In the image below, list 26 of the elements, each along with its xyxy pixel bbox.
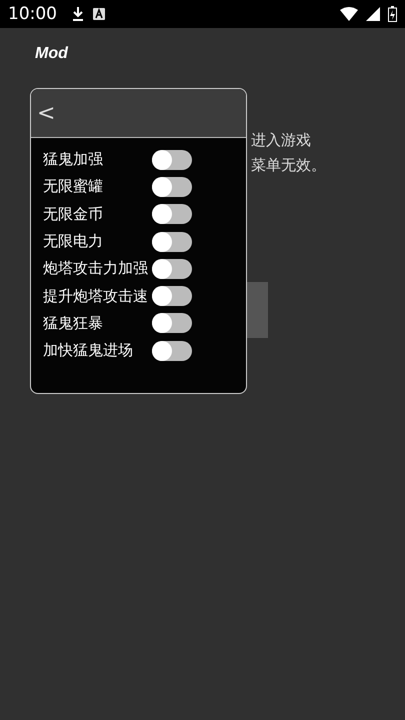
menu-item-label: 提升炮塔攻击速 — [43, 286, 149, 306]
menu-item-label: 加快猛鬼进场 — [43, 341, 134, 360]
toggle-switch[interactable] — [152, 258, 192, 279]
menu-item-label: 无限电力 — [43, 232, 104, 252]
battery-icon — [388, 6, 397, 22]
app-title: Mod — [35, 45, 68, 63]
notice-text: 进入游戏 — [251, 131, 312, 149]
keyboard-a-icon — [93, 8, 105, 20]
toggle-switch[interactable] — [152, 176, 192, 197]
wifi-icon — [340, 7, 358, 21]
notice-text: 菜单无效。 — [251, 156, 326, 174]
menu-item-label: 无限金币 — [43, 204, 104, 224]
toggle-switch[interactable] — [152, 232, 192, 252]
clock-time: 10:00 — [8, 4, 57, 24]
signal-icon — [366, 7, 380, 21]
download-icon — [71, 6, 85, 22]
toggle-switch[interactable] — [152, 286, 192, 306]
toggle-switch[interactable] — [152, 313, 192, 334]
menu-item-label: 猛鬼狂暴 — [43, 314, 104, 333]
toggle-switch[interactable] — [152, 204, 192, 224]
menu-item-label: 猛鬼加强 — [43, 150, 104, 170]
menu-item-label: 无限蜜罐 — [43, 177, 104, 196]
menu-item-label: 炮塔攻击力加强 — [43, 259, 149, 278]
toggle-switch[interactable] — [152, 150, 192, 170]
toggle-switch[interactable] — [152, 340, 192, 361]
back-button[interactable]: < — [31, 100, 62, 126]
